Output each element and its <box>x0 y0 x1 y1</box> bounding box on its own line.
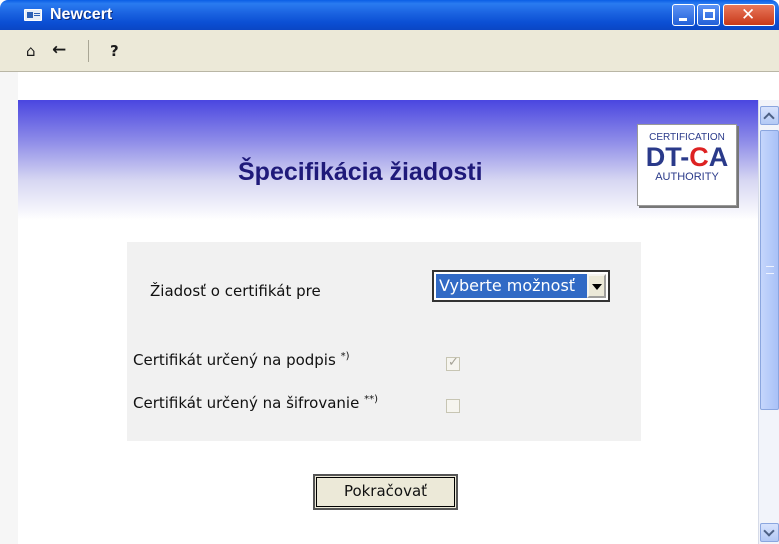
sign-label-text: Certifikát určený na podpis <box>133 351 336 369</box>
sign-checkbox[interactable]: ✓ <box>446 355 460 371</box>
minimize-icon <box>679 18 687 21</box>
toolbar-separator <box>88 40 89 62</box>
logo-c: C <box>689 142 709 172</box>
request-form-panel: Žiadosť o certifikát pre Vyberte možnosť… <box>127 242 641 441</box>
logo-mid-text: DT-CA <box>638 143 736 171</box>
help-button[interactable]: ? <box>110 42 119 60</box>
logo-a: A <box>708 142 729 172</box>
toolbar: ⌂ ← ? <box>0 30 779 72</box>
title-bar: Newcert ✕ <box>0 0 779 30</box>
main-content: Špecifikácia žiadosti CERTIFICATION DT-C… <box>18 100 758 544</box>
page-title: Špecifikácia žiadosti <box>238 158 483 186</box>
continue-button[interactable]: Pokračovať <box>313 474 458 510</box>
back-arrow-icon[interactable]: ← <box>52 41 66 59</box>
encrypt-checkbox[interactable] <box>446 399 460 413</box>
vertical-scrollbar[interactable] <box>758 100 779 544</box>
logo-bottom-text: AUTHORITY <box>655 171 719 183</box>
scroll-thumb[interactable] <box>760 130 779 410</box>
close-icon: ✕ <box>741 5 756 25</box>
certificate-for-select[interactable]: Vyberte možnosť <box>432 270 610 302</box>
encrypt-note: **) <box>364 394 379 405</box>
window-title: Newcert <box>50 6 113 23</box>
content-top-strip <box>18 72 779 100</box>
close-button[interactable]: ✕ <box>723 4 775 26</box>
window-icon <box>24 9 42 21</box>
maximize-icon <box>703 9 715 20</box>
scroll-up-button[interactable] <box>760 106 779 125</box>
check-icon: ✓ <box>448 355 459 370</box>
sign-note: *) <box>340 351 350 362</box>
scroll-grip-icon <box>766 266 774 274</box>
dtca-logo: CERTIFICATION DT-CA AUTHORITY <box>637 124 737 206</box>
certificate-for-selected: Vyberte možnosť <box>436 274 588 298</box>
logo-dash: - <box>680 142 690 172</box>
scroll-down-button[interactable] <box>760 523 779 542</box>
encrypt-label-text: Certifikát určený na šifrovanie <box>133 394 360 412</box>
home-icon[interactable]: ⌂ <box>26 42 36 60</box>
encrypt-certificate-label: Certifikát určený na šifrovanie **) <box>133 394 378 412</box>
certificate-for-label: Žiadosť o certifikát pre <box>150 282 321 300</box>
frame-border <box>0 72 18 544</box>
maximize-button[interactable] <box>697 4 720 26</box>
minimize-button[interactable] <box>672 4 695 26</box>
sign-certificate-label: Certifikát určený na podpis *) <box>133 351 349 369</box>
logo-dt: DT <box>645 142 681 172</box>
chevron-down-icon[interactable] <box>587 274 606 298</box>
